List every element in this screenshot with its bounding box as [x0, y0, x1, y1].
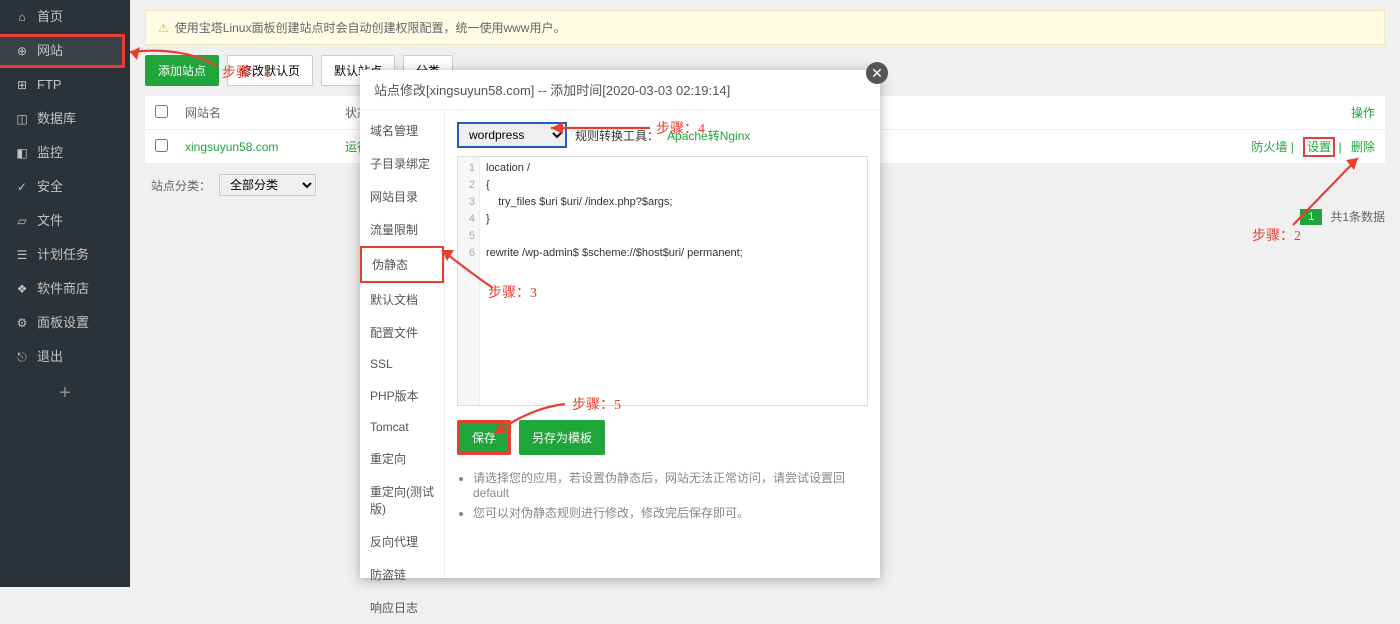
hint-1: 请选择您的应用，若设置伪静态后，网站无法正常访问，请尝试设置回default	[473, 469, 868, 500]
nav-redirect-beta[interactable]: 重定向(测试版)	[360, 475, 444, 525]
nav-proxy[interactable]: 反向代理	[360, 525, 444, 558]
save-button[interactable]: 保存	[457, 420, 511, 455]
nav-domain[interactable]: 域名管理	[360, 114, 444, 147]
modal-title: 站点修改[xingsuyun58.com] -- 添加时间[2020-03-03…	[360, 70, 880, 110]
nav-config[interactable]: 配置文件	[360, 316, 444, 349]
rule-convert-label: 规则转换工具：	[575, 127, 659, 144]
nav-default-doc[interactable]: 默认文档	[360, 283, 444, 316]
modal-mask: ✕ 站点修改[xingsuyun58.com] -- 添加时间[2020-03-…	[0, 0, 1400, 587]
nav-tomcat[interactable]: Tomcat	[360, 412, 444, 442]
code-line-numbers: 123456	[458, 157, 480, 405]
nav-redirect[interactable]: 重定向	[360, 442, 444, 475]
nav-response-log[interactable]: 响应日志	[360, 591, 444, 624]
apache-to-nginx-link[interactable]: Apache转Nginx	[667, 127, 750, 144]
nav-traffic[interactable]: 流量限制	[360, 213, 444, 246]
hints: 请选择您的应用，若设置伪静态后，网站无法正常访问，请尝试设置回default 您…	[457, 469, 868, 521]
nav-rewrite[interactable]: 伪静态	[360, 246, 444, 283]
nav-subdir[interactable]: 子目录绑定	[360, 147, 444, 180]
nav-hotlink[interactable]: 防盗链	[360, 558, 444, 591]
nav-webroot[interactable]: 网站目录	[360, 180, 444, 213]
nav-ssl[interactable]: SSL	[360, 349, 444, 379]
site-modify-modal: ✕ 站点修改[xingsuyun58.com] -- 添加时间[2020-03-…	[360, 70, 880, 578]
modal-content: wordpress 规则转换工具： Apache转Nginx 123456 lo…	[445, 110, 880, 578]
code-text[interactable]: location / { try_files $uri $uri/ /index…	[480, 157, 867, 405]
hint-2: 您可以对伪静态规则进行修改，修改完后保存即可。	[473, 504, 868, 521]
close-icon[interactable]: ✕	[866, 62, 888, 84]
rewrite-template-select[interactable]: wordpress	[457, 122, 567, 148]
rewrite-code-editor[interactable]: 123456 location / { try_files $uri $uri/…	[457, 156, 868, 406]
save-as-template-button[interactable]: 另存为模板	[519, 420, 605, 455]
nav-php[interactable]: PHP版本	[360, 379, 444, 412]
modal-nav: 域名管理 子目录绑定 网站目录 流量限制 伪静态 默认文档 配置文件 SSL P…	[360, 110, 445, 578]
